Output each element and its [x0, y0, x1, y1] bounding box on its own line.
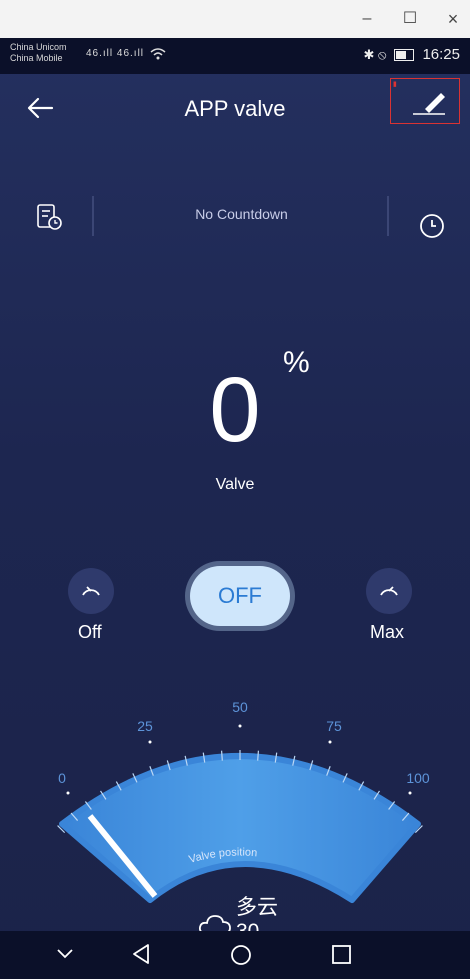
valve-percent-value: 0 [209, 359, 261, 461]
valve-position-gauge[interactable]: Valve position 0 25 50 75 100 [0, 678, 470, 968]
off-level-button[interactable] [68, 568, 114, 614]
max-level-label: Max [370, 622, 405, 642]
schedule-list-icon[interactable] [36, 204, 64, 232]
phone-screen: China Unicom China Mobile 46.ıll 46.ıll … [0, 38, 470, 979]
countdown-row: No Countdown [0, 190, 470, 244]
clock-icon[interactable] [418, 212, 446, 240]
signal-icon: 46.ıll 46.ıll [86, 48, 145, 59]
tick-dot-0 [66, 791, 70, 795]
status-bar: China Unicom China Mobile 46.ıll 46.ıll … [0, 38, 470, 74]
edit-button[interactable]: ▮ [390, 78, 460, 124]
tick-dot-100 [408, 791, 412, 795]
valve-label: Valve [215, 476, 255, 493]
close-button[interactable]: × [438, 8, 468, 30]
status-time: 16:25 [422, 46, 460, 63]
off-level-label: Off [78, 622, 102, 642]
tick-label-100: 100 [406, 770, 430, 786]
gauge-low-icon [82, 586, 100, 596]
pencil-icon [413, 93, 445, 115]
tick-label-75: 75 [326, 718, 342, 734]
battery-icon [394, 48, 415, 61]
carrier-1: China Unicom [10, 42, 67, 52]
nav-back-icon[interactable] [130, 942, 152, 966]
percent-unit: % [283, 346, 310, 379]
tick-label-50: 50 [232, 699, 248, 715]
tick-dot-25 [148, 740, 152, 744]
countdown-text[interactable]: No Countdown [95, 206, 388, 222]
gauge-tick-mark [220, 750, 223, 761]
max-level-button[interactable] [366, 568, 412, 614]
nav-collapse-icon[interactable] [56, 947, 74, 961]
weather-condition: 多云 [236, 896, 278, 919]
carrier-2: China Mobile [10, 53, 63, 63]
maximize-button[interactable]: ☐ [395, 8, 425, 30]
window-title-bar: – ☐ × [0, 0, 470, 38]
wifi-icon [150, 48, 166, 60]
tick-label-25: 25 [137, 718, 153, 734]
divider-right [387, 196, 389, 236]
gauge-high-icon [380, 586, 398, 596]
nav-recents-icon[interactable] [331, 944, 353, 966]
nav-home-icon[interactable] [229, 943, 253, 967]
tick-dot-75 [328, 740, 332, 744]
tick-dot-50 [238, 724, 242, 728]
tick-label-0: 0 [58, 770, 66, 786]
bluetooth-mute-icon: ✱ ⦸ [363, 46, 387, 62]
carrier-info: China Unicom China Mobile [10, 42, 67, 64]
android-nav-bar [0, 931, 470, 979]
highlight-marker: ▮ [393, 81, 397, 88]
gauge-tick-mark [257, 750, 260, 761]
power-toggle-button[interactable]: OFF [190, 566, 290, 626]
divider-left [92, 196, 94, 236]
minimize-button[interactable]: – [352, 8, 382, 30]
